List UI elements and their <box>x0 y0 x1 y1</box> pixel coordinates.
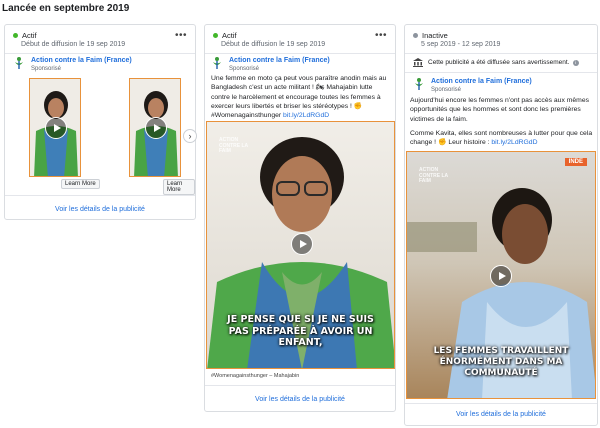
advertiser-name[interactable]: Action contre la Faim (France) <box>431 77 532 86</box>
divider <box>205 385 395 386</box>
see-ad-details-link[interactable]: Voir les détails de la publicité <box>5 206 195 213</box>
more-options-icon[interactable]: ••• <box>375 30 387 41</box>
info-icon[interactable]: i <box>572 59 579 66</box>
brand-watermark: ACTION CONTRE LA FAIM <box>419 167 448 184</box>
status-label: Inactive <box>422 31 448 40</box>
play-icon[interactable] <box>291 233 313 255</box>
more-options-icon[interactable]: ••• <box>175 30 187 41</box>
advertiser-name[interactable]: Action contre la Faim (France) <box>229 56 330 65</box>
carousel-item-1[interactable] <box>29 78 81 177</box>
divider <box>405 403 597 404</box>
run-dates: 5 sep 2019 - 12 sep 2019 <box>421 41 501 48</box>
carousel-next-icon[interactable]: › <box>183 129 197 143</box>
ad-body-text: Une femme en moto ça peut vous paraître … <box>211 74 393 120</box>
ad-body-text-1: Aujourd'hui encore les femmes n'ont pas … <box>410 97 590 123</box>
status-dot <box>413 33 418 38</box>
sponsored-label: Sponsorisé <box>229 66 260 72</box>
sponsored-label: Sponsorisé <box>31 66 62 72</box>
divider <box>405 72 597 73</box>
advertiser-logo-icon <box>213 57 221 69</box>
advertiser-name[interactable]: Action contre la Faim (France) <box>31 56 132 65</box>
status: Actif <box>13 31 37 40</box>
run-dates: Début de diffusion le 19 sep 2019 <box>21 41 126 48</box>
disclaimer-notice: Cette publicité a été diffusée sans aver… <box>413 58 579 67</box>
video-thumbnail[interactable]: ACTION CONTRE LA FAIM JE PENSE QUE SI JE… <box>206 121 395 369</box>
ad-card-1: Actif Début de diffusion le 19 sep 2019 … <box>4 24 197 220</box>
divider <box>405 53 597 54</box>
play-icon[interactable] <box>45 117 67 139</box>
advertiser-header: Action contre la Faim (France) Sponsoris… <box>13 56 132 73</box>
video-thumbnail[interactable]: INDE ACTION CONTRE LA FAIM LES FEMMES TR… <box>406 151 596 399</box>
bank-icon <box>413 58 423 67</box>
play-icon[interactable] <box>145 117 167 139</box>
notice-text: Cette publicité a été diffusée sans aver… <box>428 59 570 66</box>
learn-more-button[interactable]: Learn More <box>163 179 195 195</box>
learn-more-button[interactable]: Learn More <box>61 179 100 189</box>
ad-link[interactable]: bit.ly/2LdRGdD <box>283 112 329 119</box>
video-caption: #Womenagainsthunger – Mahajabin <box>211 373 300 379</box>
advertiser-header: Action contre la Faim (France) Sponsoris… <box>413 77 532 94</box>
run-dates: Début de diffusion le 19 sep 2019 <box>221 41 326 48</box>
divider <box>5 195 195 196</box>
status-dot <box>13 33 18 38</box>
brand-watermark: ACTION CONTRE LA FAIM <box>219 137 248 154</box>
country-badge: INDE <box>564 158 587 166</box>
status-label: Actif <box>22 31 37 40</box>
divider <box>5 53 195 54</box>
see-ad-details-link[interactable]: Voir les détails de la publicité <box>405 411 597 418</box>
section-title: Lancée en septembre 2019 <box>2 3 130 14</box>
advertiser-logo-icon <box>415 78 423 90</box>
see-ad-details-link[interactable]: Voir les détails de la publicité <box>205 396 395 403</box>
status: Inactive <box>413 31 448 40</box>
video-subtitle: JE PENSE QUE SI JE NE SUIS PAS PRÉPARÉE … <box>227 314 374 348</box>
status-label: Actif <box>222 31 237 40</box>
ad-link[interactable]: bit.ly/2LdRGdD <box>491 139 537 146</box>
video-subtitle: LES FEMMES TRAVAILLENT ÉNORMÉMENT DANS M… <box>433 346 569 378</box>
advertiser-logo-icon <box>15 57 23 69</box>
divider <box>205 53 395 54</box>
advertiser-header: Action contre la Faim (France) Sponsoris… <box>211 56 330 73</box>
status-dot <box>213 33 218 38</box>
ad-card-3: Inactive 5 sep 2019 - 12 sep 2019 Cette … <box>404 24 598 426</box>
play-icon[interactable] <box>490 265 512 287</box>
status: Actif <box>213 31 237 40</box>
sponsored-label: Sponsorisé <box>431 87 462 93</box>
carousel-item-2[interactable] <box>129 78 181 177</box>
ad-card-2: Actif Début de diffusion le 19 sep 2019 … <box>204 24 396 412</box>
ad-body-text-2: Comme Kavita, elles sont nombreuses à lu… <box>410 129 594 148</box>
